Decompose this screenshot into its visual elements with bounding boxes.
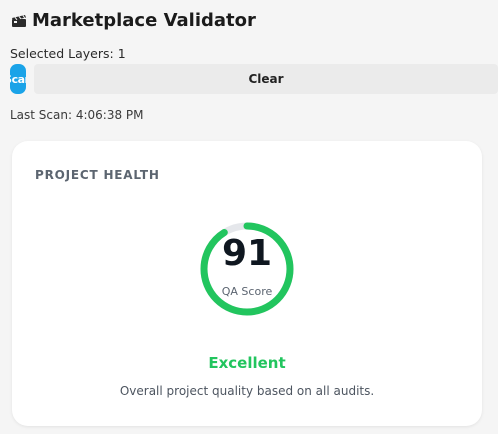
- app-title-bar: Marketplace Validator: [10, 10, 256, 31]
- app-title: Marketplace Validator: [32, 10, 256, 31]
- last-scan-time: Last Scan: 4:06:38 PM: [10, 108, 144, 122]
- health-description: Overall project quality based on all aud…: [119, 384, 375, 398]
- scan-button[interactable]: Scan: [10, 64, 26, 94]
- clapperboard-icon: [10, 12, 28, 30]
- card-heading: PROJECT HEALTH: [35, 168, 160, 182]
- clear-button[interactable]: Clear: [34, 64, 498, 94]
- qa-score-label: QA Score: [221, 285, 273, 298]
- selected-layers-count: Selected Layers: 1: [10, 46, 126, 61]
- qa-score-value: 91: [221, 233, 273, 274]
- project-health-card: PROJECT HEALTH 91 QA Score Excellent Ove…: [12, 141, 482, 426]
- health-status: Excellent: [208, 354, 286, 372]
